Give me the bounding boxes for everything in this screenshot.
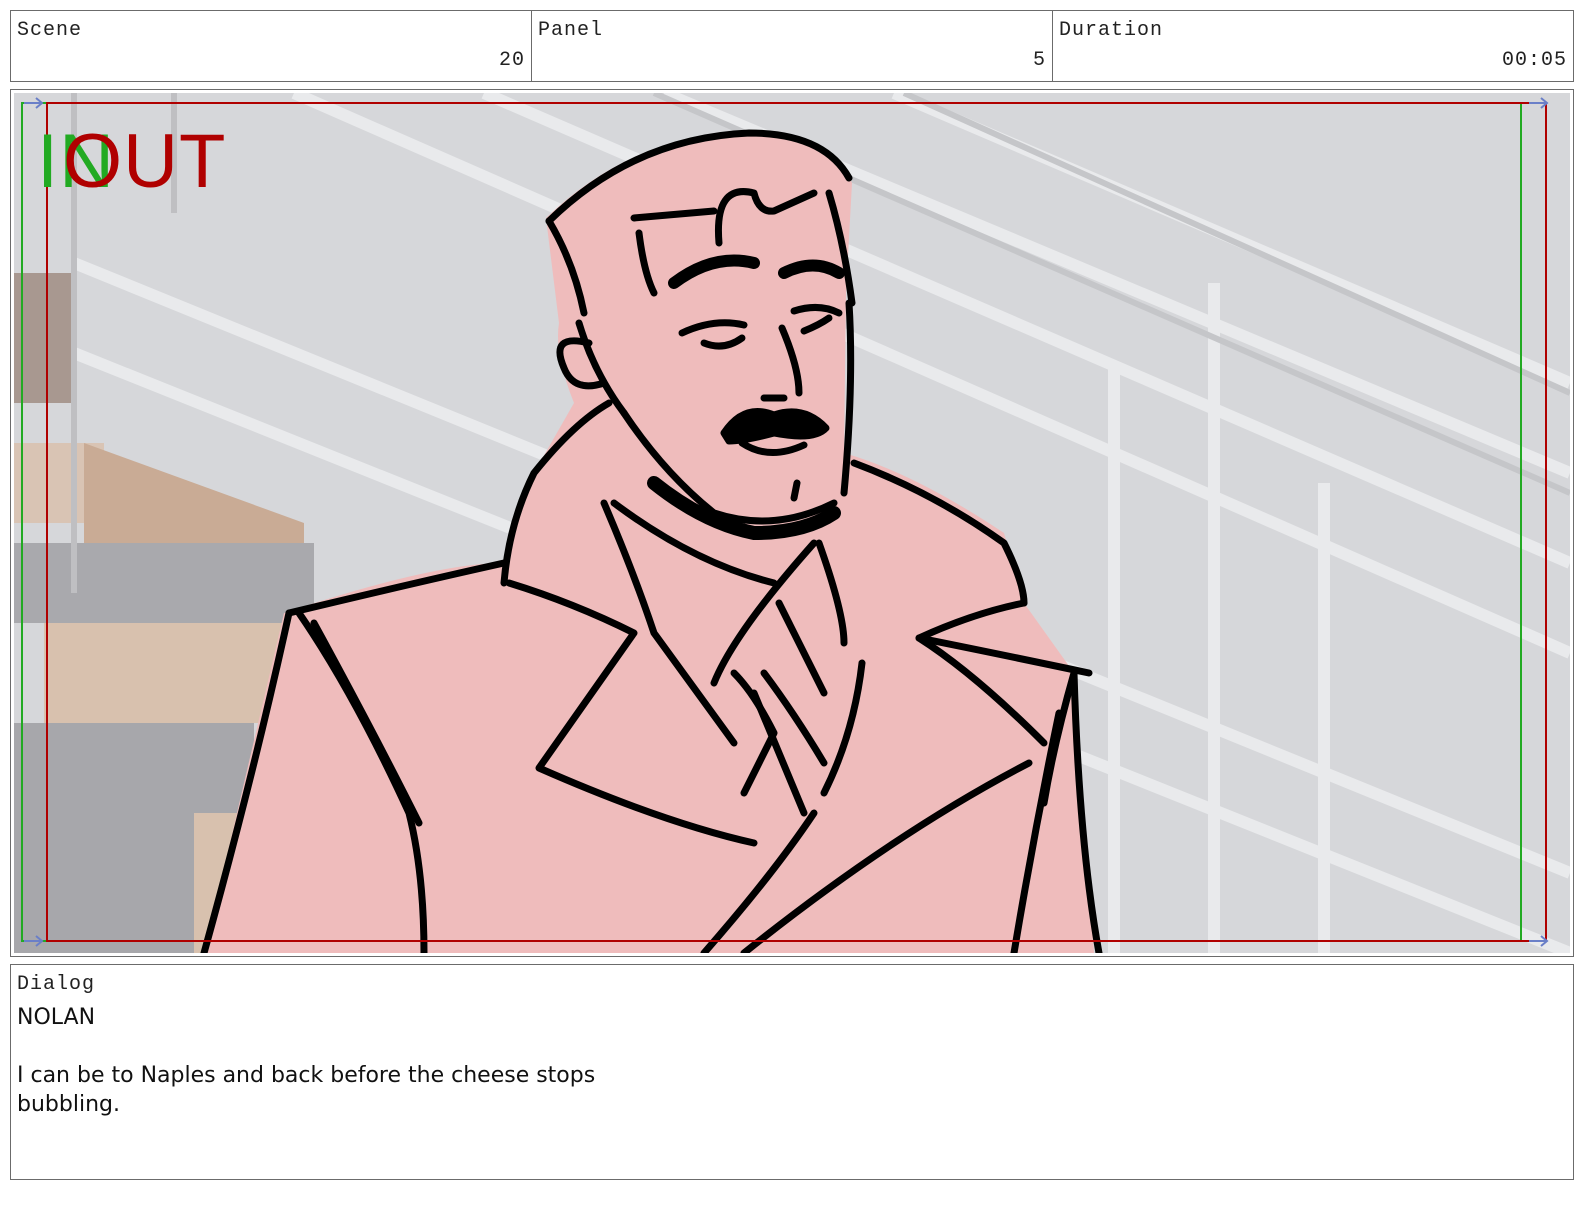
out-marker: OUT [63, 119, 227, 204]
dialog-box: Dialog NOLAN I can be to Naples and back… [10, 964, 1574, 1180]
scene-label: Scene [17, 19, 83, 42]
duration-label: Duration [1059, 19, 1164, 42]
panel-number: 5 [1032, 49, 1046, 72]
dialog-label: Dialog [17, 973, 96, 996]
storyboard-drawing [14, 93, 1570, 953]
duration-cell: Duration 00:05 [1053, 11, 1573, 81]
storyboard-frame: IN OUT [10, 89, 1574, 957]
dialog-character: NOLAN [17, 1005, 96, 1030]
dialog-line: I can be to Naples and back before the c… [17, 1063, 596, 1117]
panel-label: Panel [538, 19, 604, 42]
panel-info-header: Scene 20 Panel 5 Duration 00:05 [10, 10, 1574, 82]
dialog-content: NOLAN I can be to Naples and back before… [17, 1003, 617, 1119]
panel-cell: Panel 5 [532, 11, 1053, 81]
scene-number: 20 [498, 49, 525, 72]
duration-value: 00:05 [1501, 49, 1567, 72]
scene-cell: Scene 20 [11, 11, 532, 81]
